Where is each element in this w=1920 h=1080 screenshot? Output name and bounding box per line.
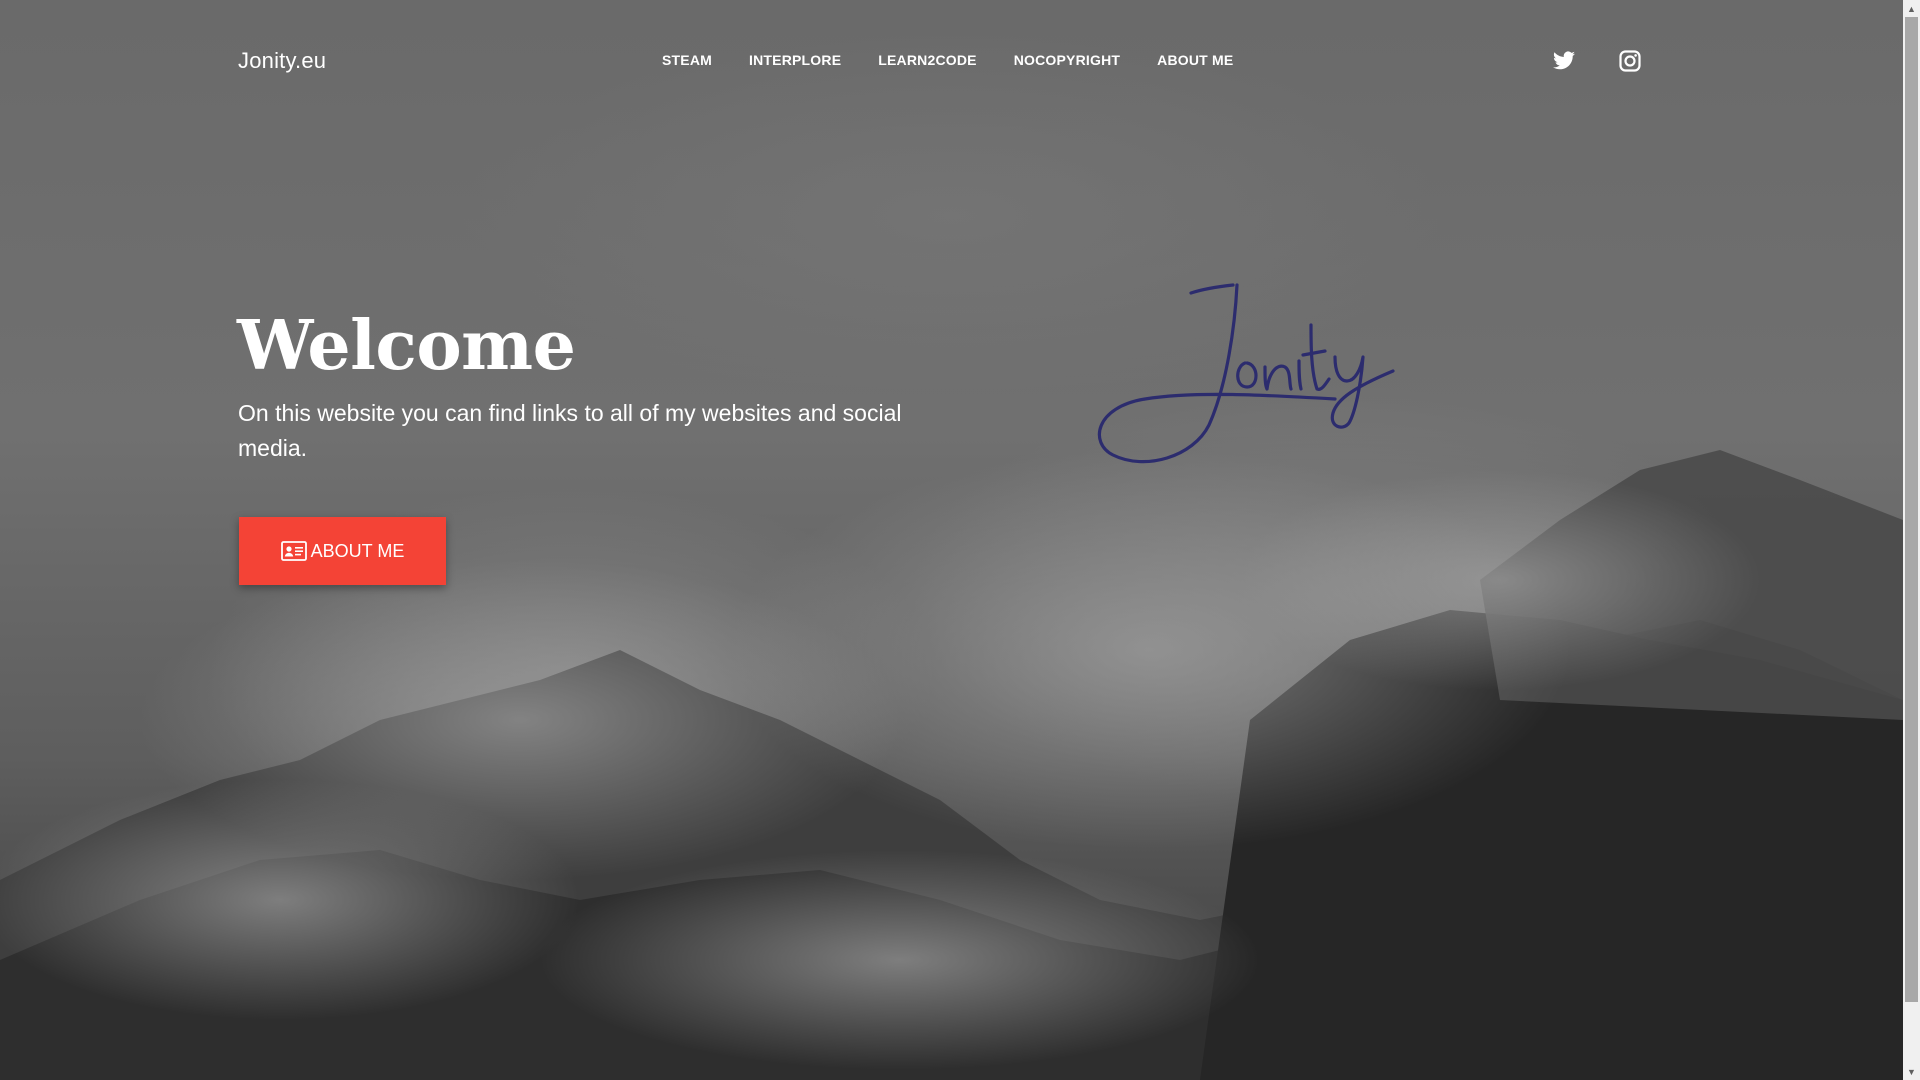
brand-logo[interactable]: Jonity.eu <box>238 48 326 74</box>
scroll-thumb[interactable] <box>1905 17 1918 1002</box>
nav-item-steam[interactable]: STEAM <box>662 52 712 68</box>
nav-item-learn2code[interactable]: LEARN2CODE <box>878 52 976 68</box>
scroll-down-icon[interactable]: ▼ <box>1903 1063 1920 1080</box>
page-title: Welcome <box>237 306 576 386</box>
jonity-signature <box>1097 283 1395 464</box>
twitter-icon[interactable] <box>1552 49 1576 73</box>
instagram-icon[interactable] <box>1618 49 1642 73</box>
nav-item-nocopyright[interactable]: NOCOPYRIGHT <box>1014 52 1120 68</box>
nav-item-interplore[interactable]: INTERPLORE <box>749 52 841 68</box>
scroll-up-icon[interactable]: ▲ <box>1903 0 1920 17</box>
about-me-button[interactable]: ABOUT ME <box>239 517 446 585</box>
about-me-button-label: ABOUT ME <box>310 540 405 561</box>
hero-subtitle: On this website you can find links to al… <box>238 400 902 461</box>
nav-item-about-me[interactable]: ABOUT ME <box>1157 52 1233 68</box>
hero-background: Jonity.eu STEAM INTERPLORE LEARN2CODE NO… <box>0 0 1903 1080</box>
main-nav: STEAM INTERPLORE LEARN2CODE NOCOPYRIGHT … <box>662 52 1270 68</box>
vertical-scrollbar[interactable]: ▲ ▼ <box>1903 0 1920 1080</box>
id-card-icon <box>280 541 307 561</box>
social-links <box>1552 49 1642 73</box>
